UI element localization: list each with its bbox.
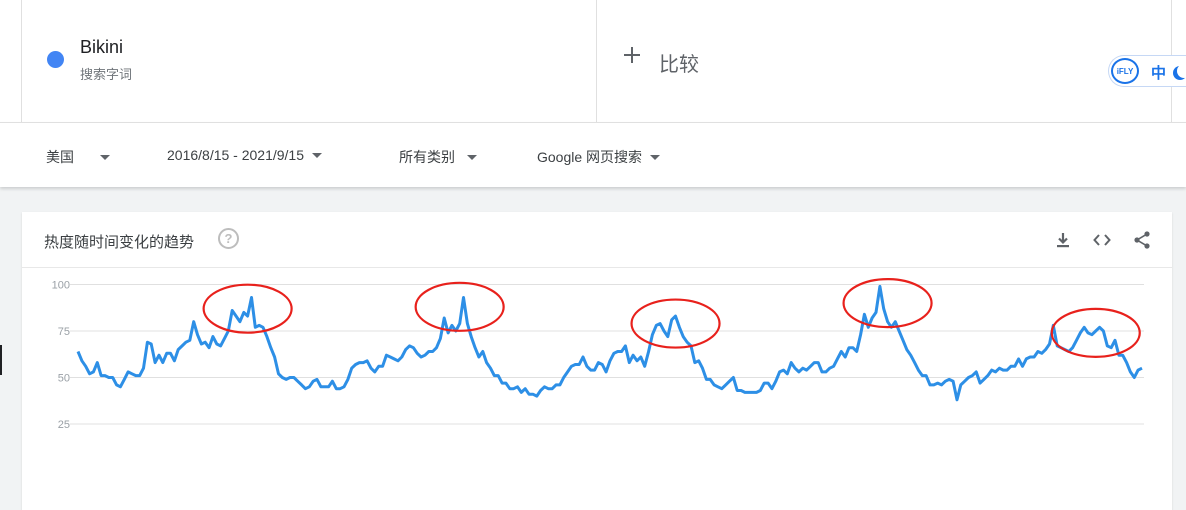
compare-button[interactable]: 比较 (597, 0, 1172, 122)
search-type-filter-dropdown[interactable]: Google 网页搜索 (537, 147, 661, 167)
trend-chart: 100 75 50 25 (52, 277, 1144, 431)
ifly-widget[interactable]: iFLY 中 (1108, 55, 1186, 87)
y-tick-label: 100 (52, 280, 70, 292)
filter-bar: 美国 2016/8/15 - 2021/9/15 所有类别 Google 网页搜… (0, 122, 1186, 187)
moon-icon[interactable] (1177, 64, 1186, 78)
search-type-filter-label: Google 网页搜索 (537, 149, 643, 165)
peak-annotation-circle (202, 283, 293, 334)
plus-icon (623, 46, 641, 64)
category-filter-label: 所有类别 (399, 149, 455, 165)
chevron-down-icon (312, 152, 323, 158)
series-line-bikini[interactable] (76, 284, 1143, 402)
search-term-subtitle: 搜索字词 (80, 67, 133, 82)
y-tick-label: 75 (58, 326, 70, 338)
search-term-card[interactable]: Bikini 搜索字词 (21, 0, 597, 122)
series-color-dot (47, 51, 64, 68)
peak-annotation-circle (630, 298, 721, 349)
ifly-logo: iFLY (1111, 58, 1139, 84)
date-range-filter-dropdown[interactable]: 2016/8/15 - 2021/9/15 (167, 147, 323, 163)
y-tick-label: 50 (58, 373, 70, 385)
chevron-down-icon (467, 154, 477, 160)
chevron-down-icon (100, 154, 110, 160)
category-filter-dropdown[interactable]: 所有类别 (399, 147, 477, 167)
search-term-name: Bikini (80, 37, 124, 57)
region-filter-label: 美国 (46, 149, 74, 165)
left-edge-mark (0, 345, 2, 375)
region-filter-dropdown[interactable]: 美国 (46, 147, 110, 167)
interest-over-time-card: 热度随时间变化的趋势 ? 100 75 50 25 (22, 212, 1172, 510)
date-range-filter-label: 2016/8/15 - 2021/9/15 (167, 147, 305, 163)
ifly-language-toggle[interactable]: 中 (1151, 62, 1166, 83)
compare-bar: Bikini 搜索字词 比较 iFLY 中 (0, 0, 1186, 122)
compare-label: 比较 (659, 54, 699, 76)
y-tick-label: 25 (58, 419, 70, 431)
chevron-down-icon (650, 154, 661, 160)
